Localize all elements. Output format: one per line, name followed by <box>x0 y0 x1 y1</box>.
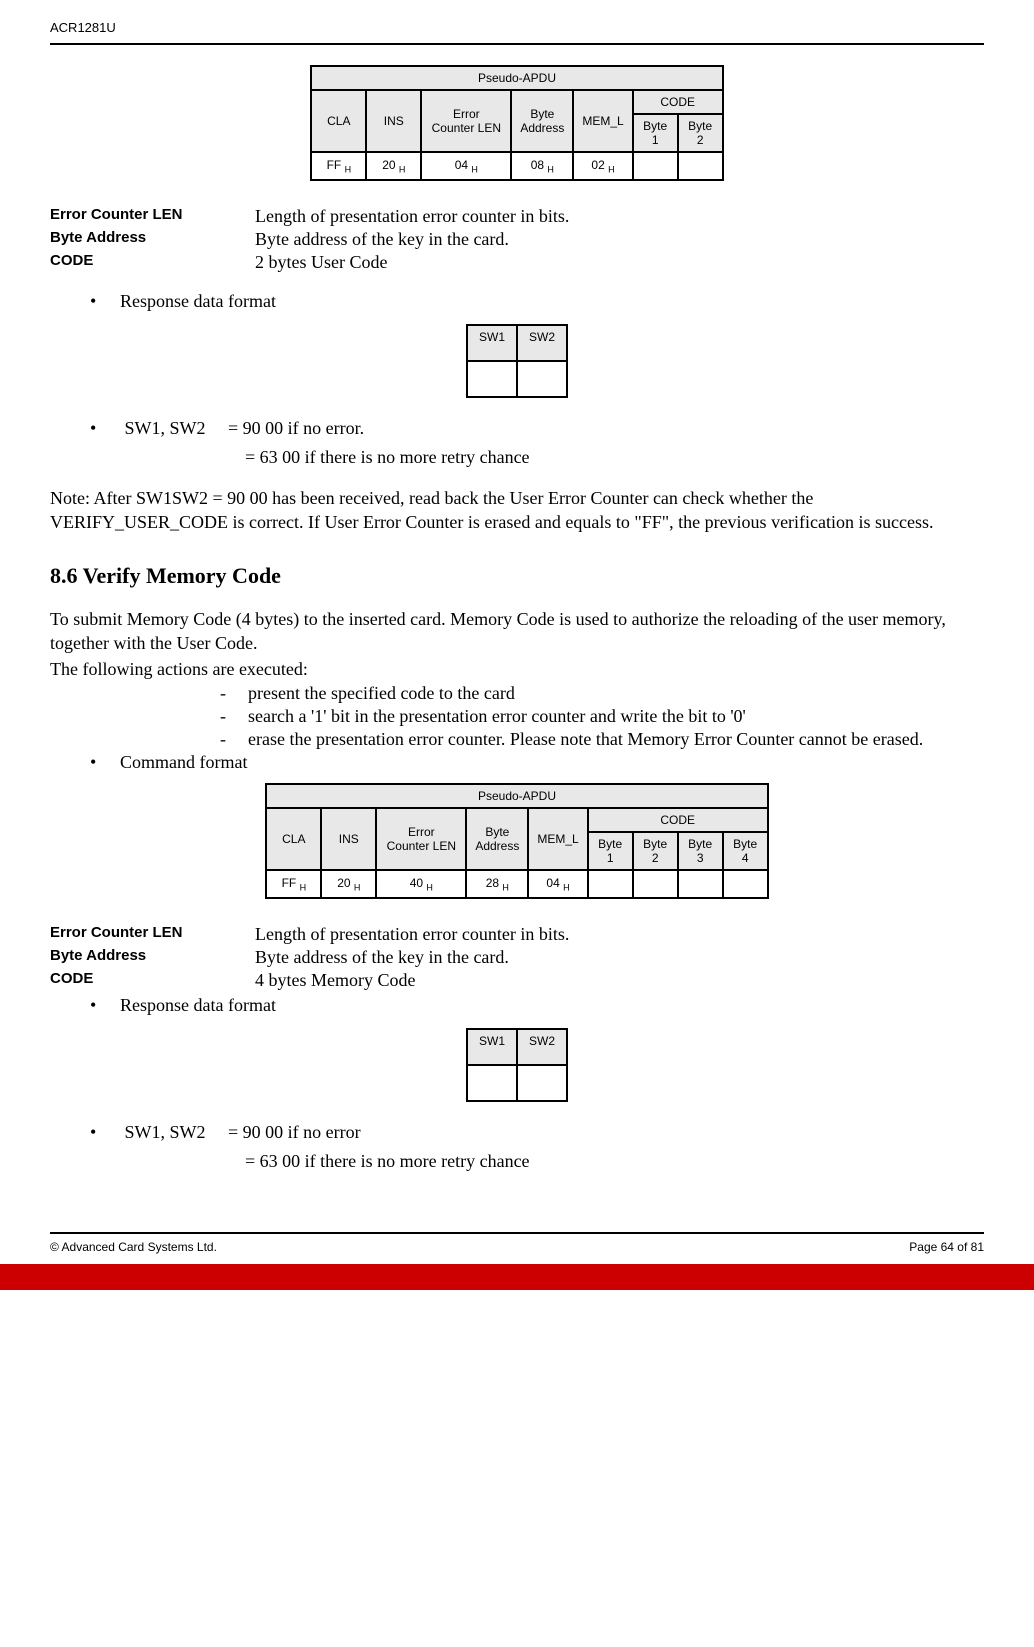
td2-code-b1 <box>588 870 633 898</box>
th-meml: MEM_L <box>573 90 632 152</box>
def2-ecl-label: Error Counter LEN <box>50 924 255 945</box>
resp2-sw2: SW2 <box>517 1029 567 1065</box>
table1-title: Pseudo-APDU <box>311 66 722 90</box>
pseudo-apdu-table-1: Pseudo-APDU CLA INS Error Counter LEN By… <box>310 65 723 181</box>
td2-meml: 04 H <box>528 870 587 898</box>
section-heading: 8.6 Verify Memory Code <box>50 563 984 589</box>
td2-ins: 20 H <box>321 870 376 898</box>
dash-3: erase the presentation error counter. Pl… <box>248 729 984 750</box>
note-paragraph: Note: After SW1SW2 = 90 00 has been rece… <box>50 486 984 535</box>
sw2-eq1: = 90 00 if no error <box>228 1122 361 1142</box>
td2-code-b4 <box>723 870 768 898</box>
paragraph-2: The following actions are executed: <box>50 657 984 681</box>
bullet-list-1: Response data format <box>90 291 984 312</box>
th-code: CODE <box>633 90 723 114</box>
sw2-label: SW1, SW2 <box>125 1122 206 1142</box>
th2-b2: Byte 2 <box>633 832 678 870</box>
dash-2: search a '1' bit in the presentation err… <box>248 706 984 727</box>
pseudo-apdu-table-2: Pseudo-APDU CLA INS Error Counter LEN By… <box>265 783 768 899</box>
def-ba-label: Byte Address <box>50 229 255 250</box>
bullet-sw: SW1, SW2 = 90 00 if no error. <box>90 418 984 439</box>
dash-1: present the specified code to the card <box>248 683 984 704</box>
th2-ba: Byte Address <box>466 808 528 870</box>
resp2-cell-2 <box>517 1065 567 1101</box>
th2-ins: INS <box>321 808 376 870</box>
doc-header: ACR1281U <box>50 20 984 45</box>
sw-eq2: = 63 00 if there is no more retry chance <box>245 447 984 468</box>
definitions-1: Error Counter LEN Length of presentation… <box>50 206 984 273</box>
def2-ba-label: Byte Address <box>50 947 255 968</box>
def-ba-value: Byte address of the key in the card. <box>255 229 509 250</box>
bullet-list-3: Response data format <box>90 995 984 1016</box>
td2-cla: FF H <box>266 870 321 898</box>
td2-code-b3 <box>678 870 723 898</box>
td-ba: 08 H <box>511 152 573 180</box>
resp-cell-1 <box>467 361 517 397</box>
th-ba: Byte Address <box>511 90 573 152</box>
th2-cla: CLA <box>266 808 321 870</box>
bullet-response-format-2: Response data format <box>90 995 984 1016</box>
def-code-value: 2 bytes User Code <box>255 252 387 273</box>
dash-list: -present the specified code to the card … <box>220 683 984 750</box>
paragraph-1: To submit Memory Code (4 bytes) to the i… <box>50 607 984 656</box>
def2-ecl-value: Length of presentation error counter in … <box>255 924 569 945</box>
resp2-cell-1 <box>467 1065 517 1101</box>
sw2-eq2: = 63 00 if there is no more retry chance <box>245 1151 984 1172</box>
bullet-response-format: Response data format <box>90 291 984 312</box>
doc-title: ACR1281U <box>50 20 116 35</box>
response-table-2: SW1 SW2 <box>466 1028 568 1102</box>
th-b2: Byte 2 <box>678 114 723 152</box>
td-ins: 20 H <box>366 152 421 180</box>
td2-ecl: 40 H <box>376 870 466 898</box>
resp-sw2: SW2 <box>517 325 567 361</box>
bullet-list-2: Command format <box>90 752 984 773</box>
td2-ba: 28 H <box>466 870 528 898</box>
def2-code-value: 4 bytes Memory Code <box>255 970 415 991</box>
resp-sw1: SW1 <box>467 325 517 361</box>
bullet-list-sw2: SW1, SW2 = 90 00 if no error <box>90 1122 984 1143</box>
th2-meml: MEM_L <box>528 808 587 870</box>
th-cla: CLA <box>311 90 366 152</box>
td-code-b1 <box>633 152 678 180</box>
th2-b4: Byte 4 <box>723 832 768 870</box>
resp-cell-2 <box>517 361 567 397</box>
definitions-2: Error Counter LEN Length of presentation… <box>50 924 984 991</box>
th2-ecl: Error Counter LEN <box>376 808 466 870</box>
resp2-sw1: SW1 <box>467 1029 517 1065</box>
th-ins: INS <box>366 90 421 152</box>
sw-eq1: = 90 00 if no error. <box>228 418 364 438</box>
def2-ba-value: Byte address of the key in the card. <box>255 947 509 968</box>
th2-b1: Byte 1 <box>588 832 633 870</box>
def-ecl-value: Length of presentation error counter in … <box>255 206 569 227</box>
table2-title: Pseudo-APDU <box>266 784 767 808</box>
doc-footer: © Advanced Card Systems Ltd. Page 64 of … <box>50 1232 984 1254</box>
th-ecl: Error Counter LEN <box>421 90 511 152</box>
def-ecl-label: Error Counter LEN <box>50 206 255 227</box>
sw-label: SW1, SW2 <box>125 418 206 438</box>
td-meml: 02 H <box>573 152 632 180</box>
footer-red-bar <box>0 1264 1034 1290</box>
response-table-1: SW1 SW2 <box>466 324 568 398</box>
td-code-b2 <box>678 152 723 180</box>
th2-code: CODE <box>588 808 768 832</box>
bullet-command-format: Command format <box>90 752 984 773</box>
bullet-list-sw: SW1, SW2 = 90 00 if no error. <box>90 418 984 439</box>
td-ecl: 04 H <box>421 152 511 180</box>
def-code-label: CODE <box>50 252 255 273</box>
th2-b3: Byte 3 <box>678 832 723 870</box>
def2-code-label: CODE <box>50 970 255 991</box>
footer-right: Page 64 of 81 <box>909 1240 984 1254</box>
bullet-sw2: SW1, SW2 = 90 00 if no error <box>90 1122 984 1143</box>
td-cla: FF H <box>311 152 366 180</box>
th-b1: Byte 1 <box>633 114 678 152</box>
td2-code-b2 <box>633 870 678 898</box>
footer-left: © Advanced Card Systems Ltd. <box>50 1240 217 1254</box>
